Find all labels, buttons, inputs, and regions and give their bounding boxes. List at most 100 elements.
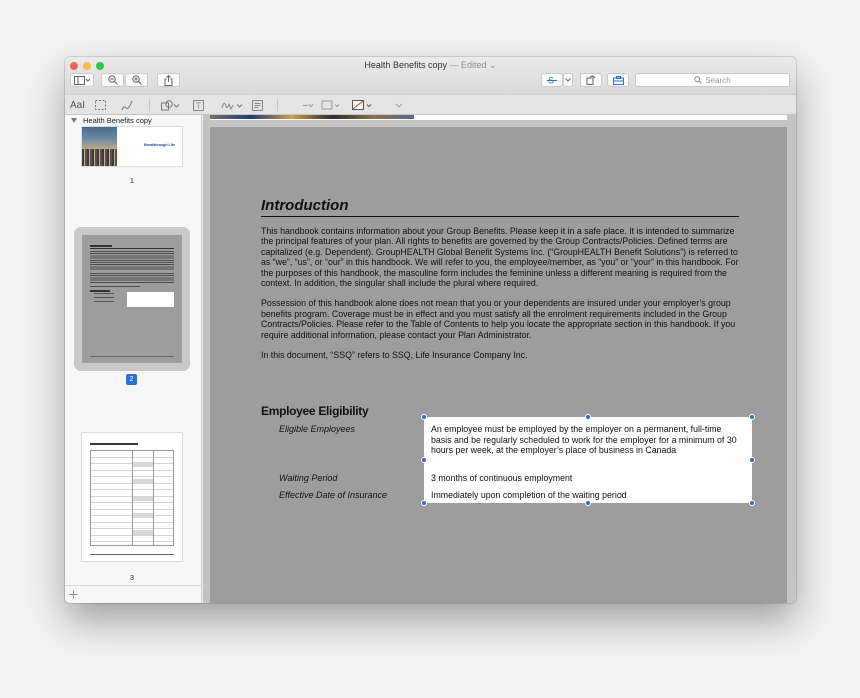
intro-paragraph-1: This handbook contains information about… [261, 226, 739, 289]
thumbnail-rule [90, 248, 174, 249]
page-thumbnail-3[interactable] [82, 433, 182, 561]
note-tool[interactable] [252, 98, 263, 112]
plus-icon [69, 590, 78, 599]
page-thumbnail-2[interactable] [82, 235, 182, 363]
waiting-period-value[interactable]: 3 months of continuous employment [431, 473, 741, 484]
title-chevron-icon[interactable]: ⌄ [489, 60, 497, 70]
svg-text:T: T [196, 101, 201, 110]
thumbnail-text-block [90, 273, 174, 283]
chevron-down-icon [565, 78, 571, 82]
eligible-employees-value[interactable]: An employee must be employed by the empl… [431, 424, 741, 456]
eligibility-heading: Employee Eligibility [261, 404, 369, 418]
rotate-button[interactable] [580, 73, 602, 87]
chevron-down-icon [395, 103, 403, 108]
share-button[interactable] [157, 73, 180, 87]
resize-handle-top-right[interactable] [749, 414, 755, 420]
rect-selection-tool[interactable] [95, 98, 106, 112]
thumbnail-text-line [90, 286, 140, 287]
separator [149, 99, 150, 111]
document-viewer[interactable]: Introduction This handbook contains info… [203, 115, 796, 603]
shapes-icon [161, 99, 180, 110]
sidebar-document-title: Health Benefits copy [83, 116, 152, 125]
search-field[interactable]: Search [635, 73, 790, 87]
search-placeholder: Search [705, 75, 731, 85]
sidebar-icon [74, 75, 90, 85]
fill-color-icon [352, 99, 372, 110]
resize-handle-bottom-left[interactable] [421, 500, 427, 506]
search-icon [694, 76, 703, 84]
text-selection-tool[interactable]: AaI [70, 98, 85, 112]
resize-handle-right[interactable] [749, 457, 755, 463]
intro-paragraph-2: Possession of this handbook alone does n… [261, 298, 736, 340]
waiting-period-label: Waiting Period [279, 473, 338, 483]
selected-text-box[interactable]: An employee must be employed by the empl… [421, 414, 755, 506]
zoom-out-icon [107, 75, 118, 85]
page-number-2: 2 [126, 374, 137, 385]
toolbox-icon [612, 75, 624, 85]
resize-handle-left[interactable] [421, 457, 427, 463]
resize-handle-bottom[interactable] [585, 500, 591, 506]
thumbnail-sidebar: Health Benefits copy Breakthrough Life 1… [65, 115, 202, 603]
thumbnail-photo-crowd [82, 149, 117, 166]
highlight-options-button[interactable] [563, 73, 573, 87]
markup-toolbar: AaI T [65, 94, 796, 115]
previous-page-edge [210, 115, 787, 120]
border-color-tool[interactable] [321, 98, 341, 112]
thumbnail-heading [90, 443, 138, 445]
zoom-out-button[interactable] [101, 73, 124, 87]
line-style-icon [303, 103, 314, 107]
thumbnail-table-col [132, 450, 154, 546]
markup-toolbar-button[interactable] [607, 73, 629, 87]
text-box-icon: T [193, 99, 204, 111]
note-icon [252, 99, 263, 111]
fill-color-tool[interactable] [352, 98, 374, 112]
disclosure-triangle-icon [71, 118, 77, 123]
titlebar: Health Benefits copy — Edited ⌄ S Search [65, 57, 796, 94]
thumbnail-box [127, 292, 174, 307]
share-icon [164, 74, 173, 86]
document-name: Health Benefits copy [364, 60, 447, 70]
sidebar-footer-divider [65, 585, 201, 586]
sketch-tool[interactable] [121, 98, 133, 112]
sketch-icon [121, 100, 133, 110]
effective-date-value[interactable]: Immediately upon completion of the waiti… [431, 490, 741, 501]
add-page-button[interactable] [69, 588, 78, 602]
thumbnail-logo-text: Breakthrough Life [144, 143, 175, 147]
sidebar-header[interactable]: Health Benefits copy [71, 116, 152, 125]
text-box-tool[interactable]: T [193, 98, 204, 112]
page-content: Introduction This handbook contains info… [261, 197, 739, 360]
rectangular-selection-icon [95, 100, 106, 110]
thumbnail-labels [94, 293, 114, 305]
edited-status: — Edited [449, 60, 487, 70]
thumbnail-text-block [90, 251, 174, 271]
border-color-icon [321, 100, 340, 109]
separator [277, 99, 278, 111]
rotate-icon [586, 75, 596, 85]
eligible-employees-label: Eligible Employees [279, 424, 356, 434]
thumbnail-footer [90, 356, 174, 357]
shapes-tool[interactable] [161, 98, 180, 112]
preview-window: Health Benefits copy — Edited ⌄ S Search… [65, 57, 796, 603]
previous-page-photo [210, 115, 414, 119]
effective-date-label: Effective Date of Insurance [279, 490, 388, 500]
window-title: Health Benefits copy — Edited ⌄ [65, 60, 796, 71]
page-number-3: 3 [129, 573, 135, 582]
zoom-in-icon [131, 75, 142, 85]
page-thumbnail-1[interactable]: Breakthrough Life [82, 127, 182, 166]
resize-handle-top[interactable] [585, 414, 591, 420]
sidebar-toggle-button[interactable] [70, 73, 94, 87]
sign-tool[interactable] [221, 98, 243, 112]
text-style-tool[interactable] [395, 98, 403, 112]
resize-handle-bottom-right[interactable] [749, 500, 755, 506]
intro-paragraph-3: In this document, “SSQ” refers to SSQ, L… [261, 350, 528, 361]
highlight-button[interactable]: S [541, 73, 563, 87]
signature-icon [221, 102, 243, 110]
zoom-in-button[interactable] [125, 73, 148, 87]
resize-handle-top-left[interactable] [421, 414, 427, 420]
line-style-tool[interactable] [302, 98, 314, 112]
thumbnail-subheading [90, 290, 110, 292]
page-number-1: 1 [129, 176, 135, 185]
thumbnail-heading [90, 245, 112, 247]
introduction-heading: Introduction [261, 197, 739, 217]
thumbnail-footer [90, 554, 174, 555]
